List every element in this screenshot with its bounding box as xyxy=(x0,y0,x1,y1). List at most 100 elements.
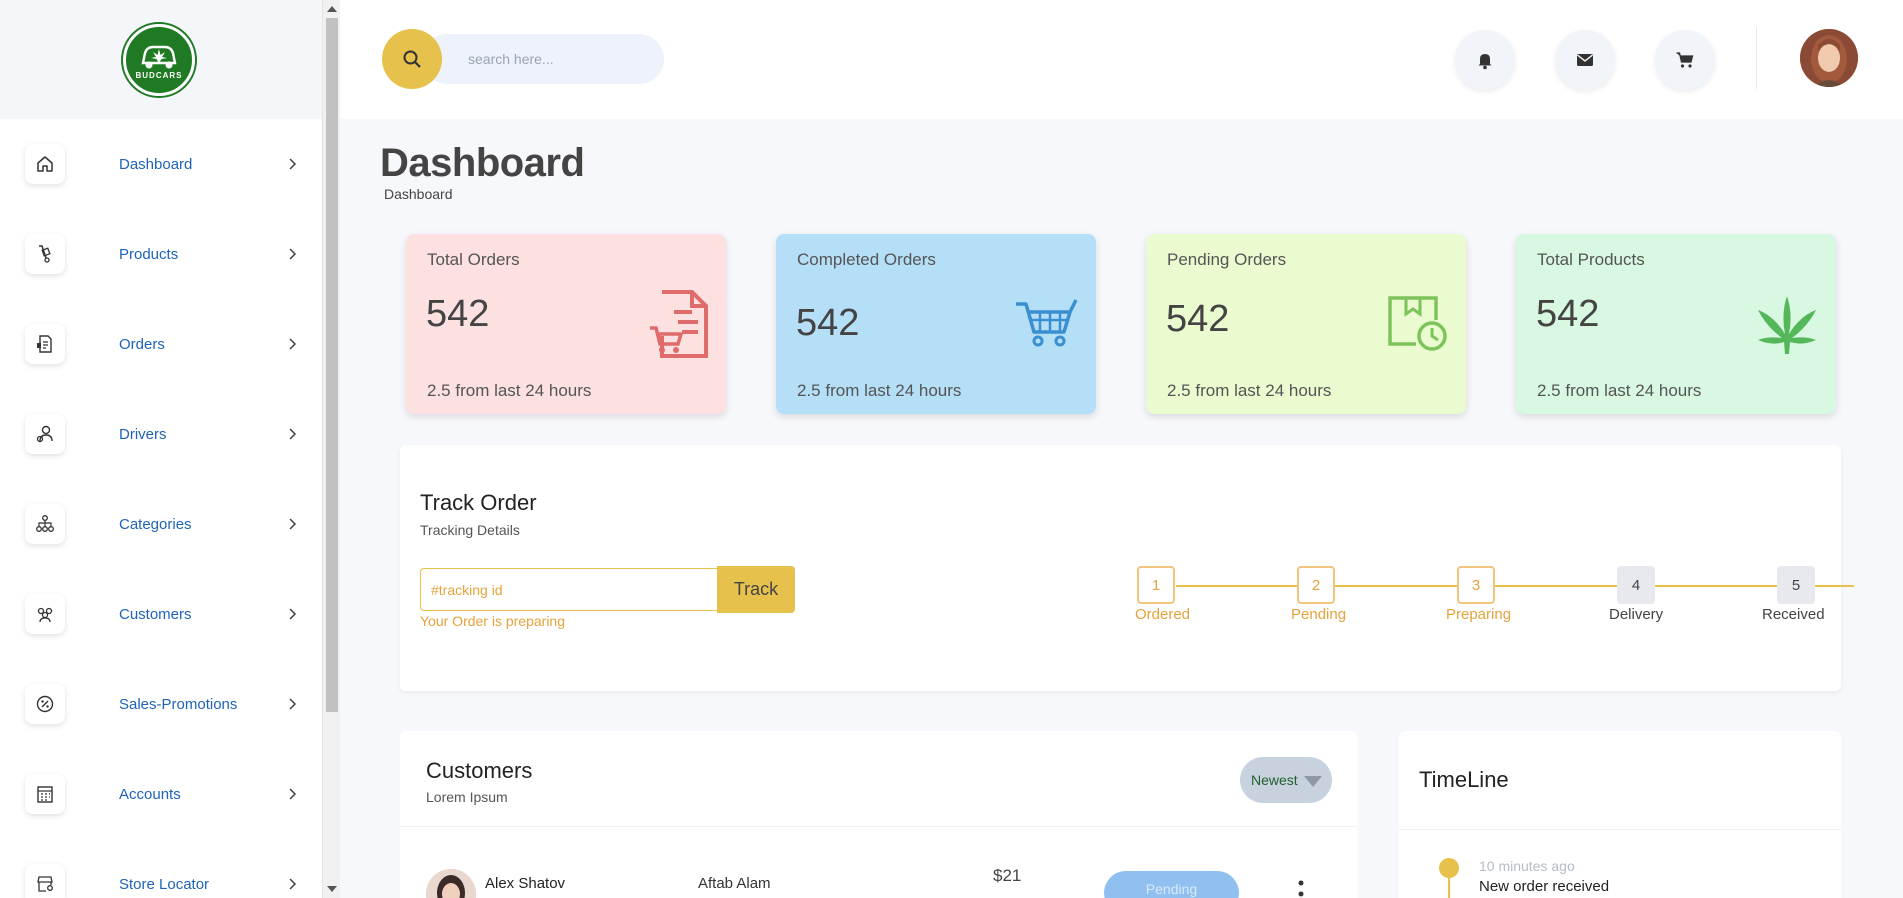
tracking-id-input[interactable] xyxy=(420,568,718,611)
step-label-delivery: Delivery xyxy=(1609,606,1664,623)
sidebar-item-orders[interactable]: Orders xyxy=(0,299,322,389)
shopping-cart-icon xyxy=(1016,299,1078,347)
mail-icon xyxy=(1577,54,1593,66)
track-button[interactable]: Track xyxy=(717,566,795,613)
step-received: 5 xyxy=(1777,566,1815,604)
step-label-preparing: Preparing xyxy=(1446,606,1512,623)
stat-card-completed-orders[interactable]: Completed Orders 542 2.5 from last 24 ho… xyxy=(776,234,1096,414)
chevron-right-icon xyxy=(289,608,297,620)
home-icon xyxy=(25,144,65,184)
stat-value: 542 xyxy=(1166,298,1230,340)
divider xyxy=(400,826,1357,827)
sidebar-item-dashboard[interactable]: Dashboard xyxy=(0,119,322,209)
sidebar-item-label: Orders xyxy=(119,335,165,353)
hand-truck-icon xyxy=(25,234,65,274)
user-avatar-image-icon xyxy=(1800,29,1858,87)
sidebar-item-label: Store Locator xyxy=(119,875,210,893)
customer-name: Alex Shatov xyxy=(485,875,566,892)
chevron-right-icon xyxy=(289,248,297,260)
accounts-calculator-icon xyxy=(25,774,65,814)
sidebar-item-drivers[interactable]: Drivers xyxy=(0,389,322,479)
box-clock-icon xyxy=(1388,296,1447,351)
sort-dropdown[interactable]: Newest xyxy=(1240,757,1332,803)
chevron-right-icon xyxy=(289,428,297,440)
avatar xyxy=(426,869,476,898)
store-location-icon xyxy=(25,864,65,898)
cart-icon xyxy=(1676,52,1694,68)
chevron-right-icon xyxy=(289,788,297,800)
notifications-button[interactable] xyxy=(1455,30,1515,90)
orders-list-icon xyxy=(25,324,65,364)
top-header xyxy=(340,0,1903,119)
chevron-right-icon xyxy=(289,518,297,530)
stat-card-total-orders[interactable]: Total Orders 542 2.5 from last 24 hours xyxy=(406,234,726,414)
scroll-thumb[interactable] xyxy=(326,18,338,712)
breadcrumb[interactable]: Dashboard xyxy=(384,186,453,202)
step-ordered: 1 xyxy=(1137,566,1175,604)
step-pending: 2 xyxy=(1297,566,1335,604)
scroll-up-arrow-icon[interactable] xyxy=(327,6,337,12)
step-label-ordered: Ordered xyxy=(1135,606,1191,623)
stat-card-total-products[interactable]: Total Products 542 2.5 from last 24 hour… xyxy=(1516,234,1836,414)
customers-title: Customers xyxy=(426,758,533,783)
group-icon xyxy=(25,594,65,634)
stat-value: 542 xyxy=(426,293,490,335)
chevron-right-icon xyxy=(289,338,297,350)
timeline-text: New order received xyxy=(1479,878,1610,895)
messages-button[interactable] xyxy=(1555,30,1615,90)
sidebar-item-customers[interactable]: Customers xyxy=(0,569,322,659)
sidebar-item-label: Drivers xyxy=(119,425,167,443)
step-preparing: 3 xyxy=(1457,566,1495,604)
sidebar-item-label: Sales-Promotions xyxy=(119,695,238,713)
step-label-received: Received xyxy=(1762,606,1825,623)
stat-sub: 2.5 from last 24 hours xyxy=(1537,381,1702,400)
scroll-down-arrow-icon[interactable] xyxy=(327,886,337,892)
more-vertical-icon[interactable] xyxy=(1298,879,1304,898)
stat-title: Completed Orders xyxy=(797,250,936,269)
track-order-card: Track Order Tracking Details Track Your … xyxy=(400,445,1854,691)
cart-button[interactable] xyxy=(1655,30,1715,90)
sidebar-item-label: Products xyxy=(119,245,179,263)
search-icon xyxy=(403,50,421,68)
driver-icon xyxy=(25,414,65,454)
timeline-title: TimeLine xyxy=(1419,767,1509,792)
search-input[interactable] xyxy=(422,34,664,84)
chevron-right-icon xyxy=(289,878,297,890)
sidebar-item-label: Dashboard xyxy=(119,155,193,173)
stat-sub: 2.5 from last 24 hours xyxy=(797,381,962,400)
stat-title: Total Products xyxy=(1537,250,1645,269)
track-subtitle: Tracking Details xyxy=(420,522,520,538)
driver-name: Aftab Alam xyxy=(698,875,771,892)
stat-card-pending-orders[interactable]: Pending Orders 542 2.5 from last 24 hour… xyxy=(1146,234,1466,414)
timeline-dot xyxy=(1439,858,1459,878)
invoice-cart-icon xyxy=(650,290,708,358)
customers-subtitle: Lorem Ipsum xyxy=(426,789,508,805)
chevron-right-icon xyxy=(289,698,297,710)
sort-dropdown-label: Newest xyxy=(1251,772,1298,788)
step-label-pending: Pending xyxy=(1291,606,1347,623)
sidebar-item-accounts[interactable]: Accounts xyxy=(0,749,322,839)
status-badge[interactable]: Pending xyxy=(1104,871,1239,898)
bell-icon xyxy=(1478,54,1492,70)
caret-down-icon xyxy=(1304,776,1322,787)
sidebar-item-store-locator[interactable]: Store Locator xyxy=(0,839,322,898)
timeline-time: 10 minutes ago xyxy=(1479,858,1575,874)
stat-value: 542 xyxy=(796,302,860,344)
sidebar-item-sales-promotions[interactable]: Sales-Promotions xyxy=(0,659,322,749)
sidebar-item-categories[interactable]: Categories xyxy=(0,479,322,569)
stat-sub: 2.5 from last 24 hours xyxy=(427,381,592,400)
header-divider xyxy=(1756,27,1757,89)
sidebar-scrollbar[interactable] xyxy=(322,0,340,898)
stat-title: Pending Orders xyxy=(1167,250,1287,269)
sidebar-item-label: Accounts xyxy=(119,785,181,803)
search-button[interactable] xyxy=(382,29,442,89)
sidebar-item-products[interactable]: Products xyxy=(0,209,322,299)
brand-logo[interactable]: BUDCARS xyxy=(123,23,195,96)
user-avatar[interactable] xyxy=(1800,29,1858,87)
track-title: Track Order xyxy=(420,490,537,515)
discount-badge-icon xyxy=(25,684,65,724)
order-amount: $21 xyxy=(993,866,1022,885)
stat-sub: 2.5 from last 24 hours xyxy=(1167,381,1332,400)
timeline-line xyxy=(1448,878,1450,898)
sidebar-item-label: Customers xyxy=(119,605,192,623)
